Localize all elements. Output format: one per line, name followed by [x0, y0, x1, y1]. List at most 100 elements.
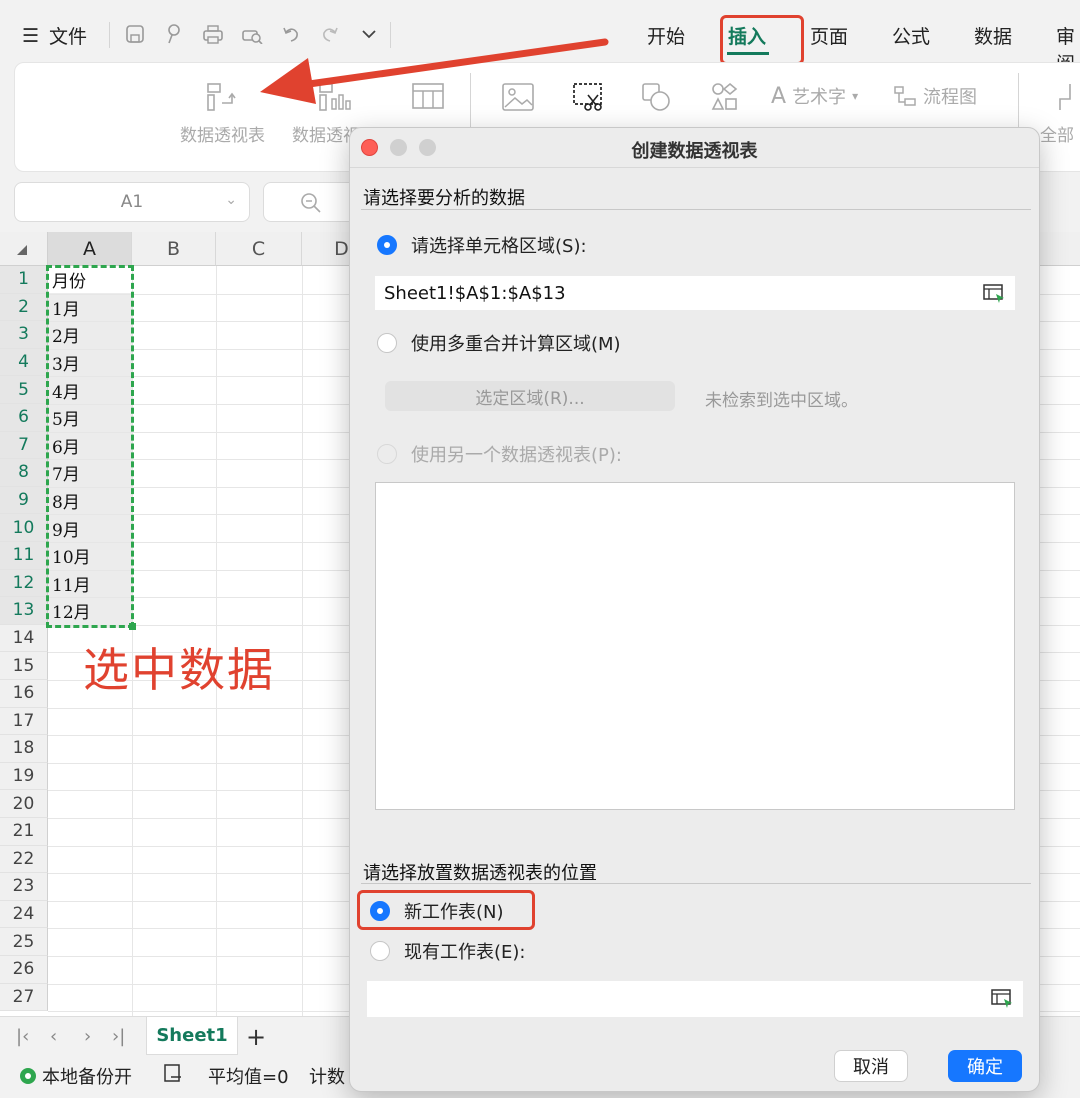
section-analyze-data: 请选择要分析的数据: [363, 188, 525, 209]
name-box[interactable]: A1 ⌄: [14, 182, 250, 222]
radio-other-pivot-label: 使用另一个数据透视表(P):: [411, 445, 622, 466]
row-header[interactable]: 25: [0, 928, 48, 956]
backup-status-label: 本地备份开: [42, 1067, 132, 1088]
radio-cell-range-label: 请选择单元格区域(S):: [411, 236, 587, 257]
ok-button[interactable]: 确定: [948, 1050, 1022, 1082]
prev-sheet-icon[interactable]: ‹: [50, 1026, 57, 1047]
range-input[interactable]: Sheet1!$A$1:$A$13: [375, 276, 1015, 310]
all-button[interactable]: 全部: [1040, 81, 1074, 146]
row-header[interactable]: 24: [0, 900, 48, 929]
row-header[interactable]: 5: [0, 376, 48, 404]
tab-data[interactable]: 数据: [974, 22, 1012, 49]
zoom-icon: [301, 193, 321, 213]
select-region-button[interactable]: 选定区域(R)...: [385, 381, 675, 411]
cancel-button[interactable]: 取消: [834, 1050, 908, 1082]
chevron-down-icon: ▾: [852, 89, 859, 103]
status-options-icon[interactable]: [163, 1063, 183, 1083]
existing-sheet-input[interactable]: [367, 981, 1023, 1017]
row-header[interactable]: 17: [0, 707, 48, 736]
row-header[interactable]: 6: [0, 404, 48, 432]
radio-disabled-icon: [377, 444, 397, 464]
dialog-title: 创建数据透视表: [631, 141, 758, 162]
format-painter-icon[interactable]: [163, 22, 185, 46]
file-menu[interactable]: ☰ 文件: [22, 22, 87, 49]
row-header[interactable]: 14: [0, 624, 48, 653]
row-header[interactable]: 22: [0, 845, 48, 874]
row-header[interactable]: 21: [0, 818, 48, 846]
pivot-table-label: 数据透视表: [180, 126, 265, 146]
save-icon[interactable]: [124, 22, 146, 46]
range-input-value: Sheet1!$A$1:$A$13: [384, 282, 566, 304]
pivot-table-list[interactable]: [375, 482, 1015, 810]
radio-multiple-ranges-label: 使用多重合并计算区域(M): [411, 334, 621, 355]
icon-button[interactable]: [709, 81, 743, 121]
row-header[interactable]: 9: [0, 486, 48, 515]
file-menu-label: 文件: [49, 26, 88, 48]
row-header[interactable]: 12: [0, 569, 48, 598]
name-box-value: A1: [120, 192, 144, 212]
backup-status[interactable]: 本地备份开: [20, 1063, 132, 1089]
select-all-corner[interactable]: [0, 232, 48, 266]
menu-icon: ☰: [22, 24, 40, 47]
red-annotation-arrow: [260, 38, 609, 104]
all-icon: [1059, 84, 1071, 110]
row-header[interactable]: 11: [0, 542, 48, 570]
radio-multiple-ranges[interactable]: 使用多重合并计算区域(M): [377, 330, 621, 356]
wordart-button[interactable]: A 艺术字 ▾: [771, 83, 858, 109]
count-value: 计数: [309, 1067, 345, 1088]
tab-formula[interactable]: 公式: [892, 22, 930, 49]
row-header[interactable]: 4: [0, 348, 48, 377]
range-picker-icon[interactable]: [991, 989, 1013, 1009]
print-icon[interactable]: [202, 22, 224, 46]
pivot-table-icon: [206, 83, 236, 111]
sheet-tab-sheet1[interactable]: Sheet1: [146, 1017, 238, 1055]
all-label: 全部: [1040, 126, 1074, 146]
shape-icon: [642, 83, 670, 111]
last-sheet-icon[interactable]: ›|: [112, 1026, 125, 1047]
fill-handle[interactable]: [129, 623, 136, 630]
row-header[interactable]: 10: [0, 514, 48, 542]
row-header[interactable]: 2: [0, 293, 48, 322]
row-header[interactable]: 20: [0, 790, 48, 818]
new-sheet-highlight: [357, 890, 535, 930]
tab-page[interactable]: 页面: [810, 22, 848, 49]
selection-border: [46, 265, 134, 628]
radio-existing-sheet[interactable]: 现有工作表(E):: [370, 938, 525, 964]
no-region-message: 未检索到选中区域。: [705, 391, 858, 411]
divider: [361, 209, 1031, 210]
row-header[interactable]: 13: [0, 597, 48, 625]
shape-button[interactable]: [640, 81, 674, 121]
insert-tab-highlight: [720, 15, 804, 65]
radio-unselected-icon: [370, 941, 390, 961]
row-header[interactable]: 1: [0, 266, 48, 294]
column-header-a[interactable]: A: [48, 232, 132, 266]
section-placement: 请选择放置数据透视表的位置: [363, 863, 597, 884]
first-sheet-icon[interactable]: |‹: [16, 1026, 29, 1047]
average-value: 平均值=0: [208, 1067, 289, 1088]
radio-cell-range[interactable]: 请选择单元格区域(S):: [377, 232, 587, 258]
row-header[interactable]: 3: [0, 321, 48, 349]
row-header[interactable]: 19: [0, 762, 48, 791]
row-header[interactable]: 16: [0, 680, 48, 708]
column-header-b[interactable]: B: [132, 232, 216, 266]
icons-icon: [711, 82, 738, 110]
list-icon: [164, 1064, 181, 1082]
tab-home[interactable]: 开始: [647, 22, 685, 49]
row-header[interactable]: 23: [0, 873, 48, 901]
flowchart-button[interactable]: 流程图: [893, 83, 977, 109]
row-header[interactable]: 27: [0, 983, 48, 1012]
flowchart-icon: [894, 86, 916, 106]
row-header[interactable]: 15: [0, 652, 48, 680]
row-header[interactable]: 8: [0, 459, 48, 487]
radio-unselected-icon: [377, 333, 397, 353]
radio-existing-sheet-label: 现有工作表(E):: [404, 942, 526, 963]
row-header[interactable]: 18: [0, 735, 48, 763]
row-header[interactable]: 7: [0, 431, 48, 460]
column-header-c[interactable]: C: [216, 232, 302, 266]
wordart-label: 艺术字: [792, 87, 847, 108]
range-picker-icon[interactable]: [983, 284, 1005, 304]
row-header[interactable]: 26: [0, 956, 48, 984]
add-sheet-button[interactable]: +: [246, 1023, 266, 1051]
next-sheet-icon[interactable]: ›: [84, 1026, 91, 1047]
radio-other-pivot[interactable]: 使用另一个数据透视表(P):: [377, 441, 622, 467]
